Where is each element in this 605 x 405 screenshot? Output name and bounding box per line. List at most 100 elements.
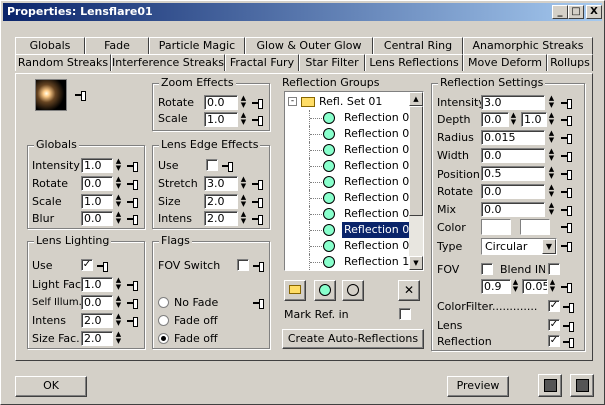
pin-icon[interactable] [127, 298, 139, 309]
tab-random-streaks[interactable]: Random Streaks [15, 54, 111, 71]
spinner-icon[interactable]: ▲ ▼ [548, 184, 555, 199]
spinner-icon[interactable]: ▲ ▼ [548, 166, 555, 181]
lens-lighting-sizefac-field[interactable]: 2.0 [81, 331, 113, 346]
spinner-icon[interactable]: ▲ ▼ [549, 279, 556, 294]
tree-item-reflection[interactable]: Reflection 02 [285, 126, 416, 142]
tree-item-reflection[interactable]: Reflection 01 [285, 110, 416, 126]
save-settings-button[interactable] [538, 374, 562, 397]
pin-icon[interactable] [222, 161, 234, 172]
rs-radius-field[interactable]: 0.015 [481, 130, 545, 145]
tree-item-reflection[interactable]: Reflection 07 [285, 206, 416, 222]
pin-icon[interactable] [253, 298, 265, 309]
spinner-icon[interactable]: ▲ ▼ [115, 176, 122, 191]
pin-icon[interactable] [563, 337, 575, 348]
pin-icon[interactable] [127, 280, 139, 291]
colorfilter-checkbox[interactable]: ✓ [548, 300, 560, 312]
globals-blur-field[interactable]: 0.0 [81, 211, 113, 226]
tab-move-deform[interactable]: Move Deform [463, 54, 547, 71]
globals-rotate-field[interactable]: 0.0 [81, 176, 113, 191]
lens-edge-size-field[interactable]: 2.0 [204, 194, 238, 209]
tab-globals[interactable]: Globals [15, 37, 85, 54]
zoom-scale-field[interactable]: 1.0 [204, 112, 238, 127]
tab-fade[interactable]: Fade [85, 37, 149, 54]
tree-item-reflection[interactable]: Reflection 08 [285, 221, 420, 239]
spinner-icon[interactable]: ▲ ▼ [115, 277, 122, 292]
add-group-button[interactable] [284, 280, 306, 301]
pin-icon[interactable] [253, 261, 265, 272]
duplicate-reflection-button[interactable] [342, 280, 364, 301]
pin-icon[interactable] [561, 205, 573, 216]
spinner-icon[interactable]: ▲ ▼ [548, 130, 555, 145]
blend-in-checkbox[interactable] [548, 263, 560, 275]
tree-item-reflection[interactable]: Reflection 04 [285, 158, 416, 174]
tab-rollups[interactable]: Rollups [547, 54, 593, 71]
pin-icon[interactable] [561, 241, 573, 252]
pin-icon[interactable] [252, 115, 264, 126]
rs-position-field[interactable]: 0.5 [481, 166, 545, 181]
pin-icon[interactable] [127, 316, 139, 327]
create-auto-reflections-button[interactable]: Create Auto-Reflections [282, 329, 424, 349]
lens-edge-stretch-field[interactable]: 3.0 [204, 176, 238, 191]
spinner-icon[interactable]: ▲ ▼ [510, 112, 517, 127]
pin-icon[interactable] [75, 90, 87, 101]
lens-lighting-intens-field[interactable]: 2.0 [81, 313, 113, 328]
chevron-down-icon[interactable]: ▼ [542, 239, 556, 254]
pin-icon[interactable] [561, 187, 573, 198]
spinner-icon[interactable]: ▲ ▼ [240, 176, 247, 191]
no-fade-radio[interactable] [158, 297, 169, 308]
globals-scale-field[interactable]: 1.0 [81, 194, 113, 209]
pin-icon[interactable] [561, 115, 573, 126]
spinner-icon[interactable]: ▲ ▼ [115, 194, 122, 209]
pin-icon[interactable] [97, 261, 109, 272]
pin-icon[interactable] [561, 222, 573, 233]
spinner-icon[interactable]: ▲ ▼ [115, 158, 122, 173]
load-settings-button[interactable] [570, 374, 594, 397]
tab-anamorphic-streaks[interactable]: Anamorphic Streaks [463, 37, 593, 54]
spinner-icon[interactable]: ▲ ▼ [115, 211, 122, 226]
pin-icon[interactable] [252, 197, 264, 208]
lens-lighting-lightfac-field[interactable]: 1.0 [81, 277, 113, 292]
pin-icon[interactable] [252, 214, 264, 225]
pin-icon[interactable] [127, 197, 139, 208]
fov-field-1[interactable]: 0.9 [481, 279, 511, 294]
pin-icon[interactable] [561, 282, 573, 293]
tree-item-reflection[interactable]: Reflection 10 [285, 254, 416, 270]
lens-checkbox[interactable]: ✓ [548, 319, 560, 331]
rs-intensity-field[interactable]: 3.0 [481, 95, 545, 110]
tab-particle-magic[interactable]: Particle Magic [149, 37, 245, 54]
spinner-icon[interactable]: ▲ ▼ [240, 194, 247, 209]
spinner-icon[interactable]: ▲ ▼ [115, 313, 122, 328]
lens-edge-use-checkbox[interactable] [206, 159, 218, 171]
tab-glow-outer-glow[interactable]: Glow & Outer Glow [245, 37, 373, 54]
rs-depth-field-1[interactable]: 0.0 [481, 112, 509, 127]
collapse-icon[interactable]: - [288, 97, 297, 106]
tab-lens-reflections[interactable]: Lens Reflections [365, 54, 463, 71]
rs-mix-field[interactable]: 0.0 [481, 202, 545, 217]
fov-switch-checkbox[interactable] [237, 259, 249, 271]
lens-lighting-use-checkbox[interactable]: ✓ [81, 259, 93, 271]
spinner-icon[interactable]: ▲ ▼ [548, 202, 555, 217]
reflection-checkbox[interactable]: ✓ [548, 335, 560, 347]
rs-width-field[interactable]: 0.0 [481, 148, 545, 163]
spinner-icon[interactable]: ▲ ▼ [115, 331, 122, 346]
rs-depth-field-2[interactable]: 1.0 [521, 112, 547, 127]
globals-intensity-field[interactable]: 1.0 [81, 158, 113, 173]
tab-star-filter[interactable]: Star Filter [299, 54, 365, 71]
pin-icon[interactable] [252, 179, 264, 190]
lens-lighting-selfillum-field[interactable]: 0.0 [81, 295, 113, 310]
tree-item-reflection[interactable]: Reflection 05 [285, 174, 416, 190]
pin-icon[interactable] [561, 98, 573, 109]
pin-icon[interactable] [563, 302, 575, 313]
pin-icon[interactable] [127, 161, 139, 172]
tab-interference-streaks[interactable]: Interference Streaks [111, 54, 225, 71]
rs-rotate-field[interactable]: 0.0 [481, 184, 545, 199]
spinner-icon[interactable]: ▲ ▼ [548, 112, 555, 127]
pin-icon[interactable] [127, 214, 139, 225]
pin-icon[interactable] [563, 321, 575, 332]
minimize-button[interactable]: _ [552, 5, 568, 19]
spinner-icon[interactable]: ▲ ▼ [115, 295, 122, 310]
delete-reflection-button[interactable]: ✕ [398, 280, 420, 301]
pin-icon[interactable] [561, 133, 573, 144]
tree-item-reflection[interactable]: Reflection 06 [285, 190, 416, 206]
pin-icon[interactable] [561, 169, 573, 180]
